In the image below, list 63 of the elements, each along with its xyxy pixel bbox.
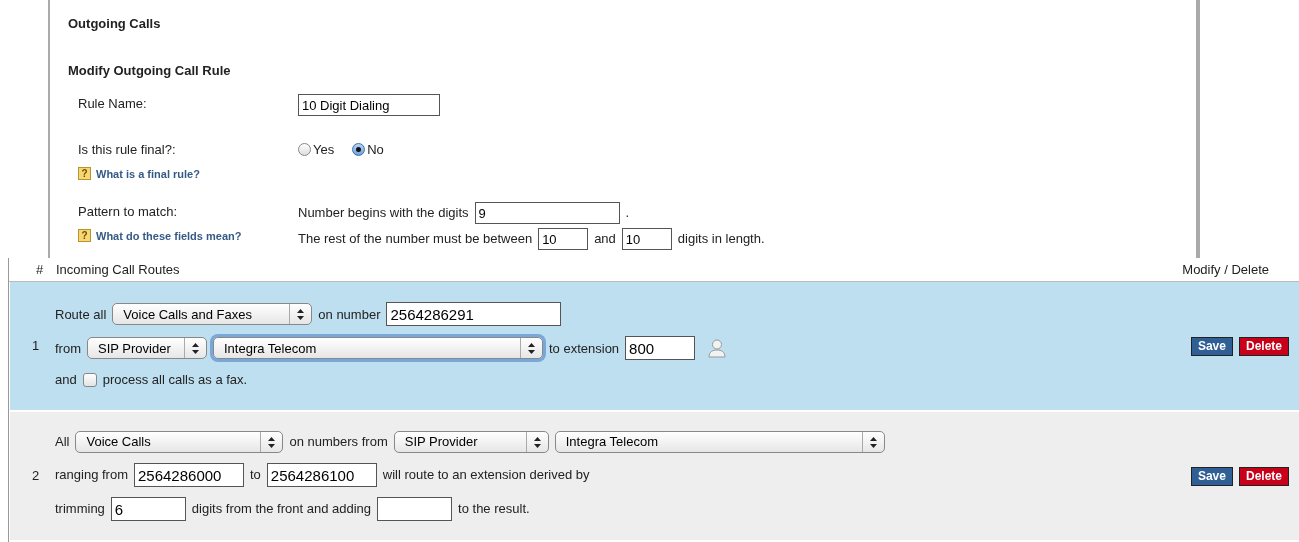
label-text: to xyxy=(250,466,261,485)
label-text: from xyxy=(55,339,81,358)
label-text: and xyxy=(594,230,616,249)
field-label: Rule Name: xyxy=(78,95,148,113)
select-dropdown[interactable]: SIP Provider xyxy=(87,337,207,360)
radio-button[interactable] xyxy=(298,143,311,157)
help-link[interactable]: ? What is a final rule? xyxy=(78,165,298,182)
select-dropdown[interactable]: Voice Calls and Faxes xyxy=(112,303,313,326)
input-field[interactable]: 6 xyxy=(110,497,186,521)
section-subtitle: Modify Outgoing Call Rule xyxy=(68,61,232,80)
input-field[interactable]: 2564286291 xyxy=(386,302,562,327)
radio-label: Yes xyxy=(313,141,335,159)
select-dropdown[interactable]: Integra Telecom xyxy=(554,431,885,453)
label-text: Number begins with the digits xyxy=(298,204,469,223)
row-number: 1 xyxy=(31,337,41,356)
checkbox[interactable] xyxy=(82,373,97,387)
label-text: The rest of the number must be between xyxy=(298,230,533,249)
save-button[interactable]: Save xyxy=(1190,466,1233,486)
updown-arrows-icon xyxy=(268,436,276,448)
input-field[interactable]: 10 xyxy=(621,228,672,250)
label-text: and xyxy=(55,371,77,390)
field-label: Pattern to match: xyxy=(78,203,178,221)
updown-arrows-icon xyxy=(528,342,535,354)
input-field[interactable]: 800 xyxy=(625,336,696,361)
label-text: digits in length. xyxy=(677,230,765,249)
label-text: to extension xyxy=(549,339,620,358)
person-icon[interactable] xyxy=(707,338,728,359)
label-text: will route to an extension derived by xyxy=(382,466,590,485)
section-title: Outgoing Calls xyxy=(68,15,162,33)
delete-button[interactable]: Delete xyxy=(1238,336,1289,356)
label-text: Route all xyxy=(55,305,107,324)
column-header: Modify / Delete xyxy=(1182,260,1269,279)
label-text: to the result. xyxy=(458,500,530,519)
updown-arrows-icon xyxy=(192,342,199,354)
label-text: All xyxy=(55,433,70,452)
updown-arrows-icon xyxy=(297,308,305,320)
input-field[interactable]: 2564286100 xyxy=(266,463,377,487)
label-text: on numbers from xyxy=(289,433,388,452)
label-text: . xyxy=(625,204,630,223)
updown-arrows-icon xyxy=(533,436,541,448)
updown-arrows-icon xyxy=(869,436,877,448)
column-header: # xyxy=(35,260,45,279)
label-text: trimming xyxy=(55,500,105,519)
label-text: on number xyxy=(318,305,381,324)
input-field[interactable]: 10 Digit Dialing xyxy=(298,94,440,116)
select-dropdown[interactable]: Voice Calls xyxy=(75,431,284,453)
radio-button[interactable] xyxy=(352,143,366,157)
help-link[interactable]: ? What do these fields mean? xyxy=(78,227,298,244)
label-text: process all calls as a fax. xyxy=(102,371,248,390)
row-number: 2 xyxy=(31,467,41,486)
input-field[interactable]: 10 xyxy=(538,228,589,250)
input-field[interactable]: 9 xyxy=(474,202,620,224)
label-text: digits from the front and adding xyxy=(191,500,372,519)
label-text: ranging from xyxy=(55,466,128,485)
input-field[interactable]: 2564286000 xyxy=(134,463,244,487)
save-button[interactable]: Save xyxy=(1190,336,1233,356)
select-dropdown[interactable]: Integra Telecom xyxy=(213,337,543,360)
delete-button[interactable]: Delete xyxy=(1238,466,1289,486)
field-label: Is this rule final?: xyxy=(78,141,177,159)
select-dropdown[interactable]: SIP Provider xyxy=(393,431,549,453)
column-header: Incoming Call Routes xyxy=(56,260,181,279)
input-field[interactable] xyxy=(377,497,453,521)
radio-label: No xyxy=(367,141,384,159)
